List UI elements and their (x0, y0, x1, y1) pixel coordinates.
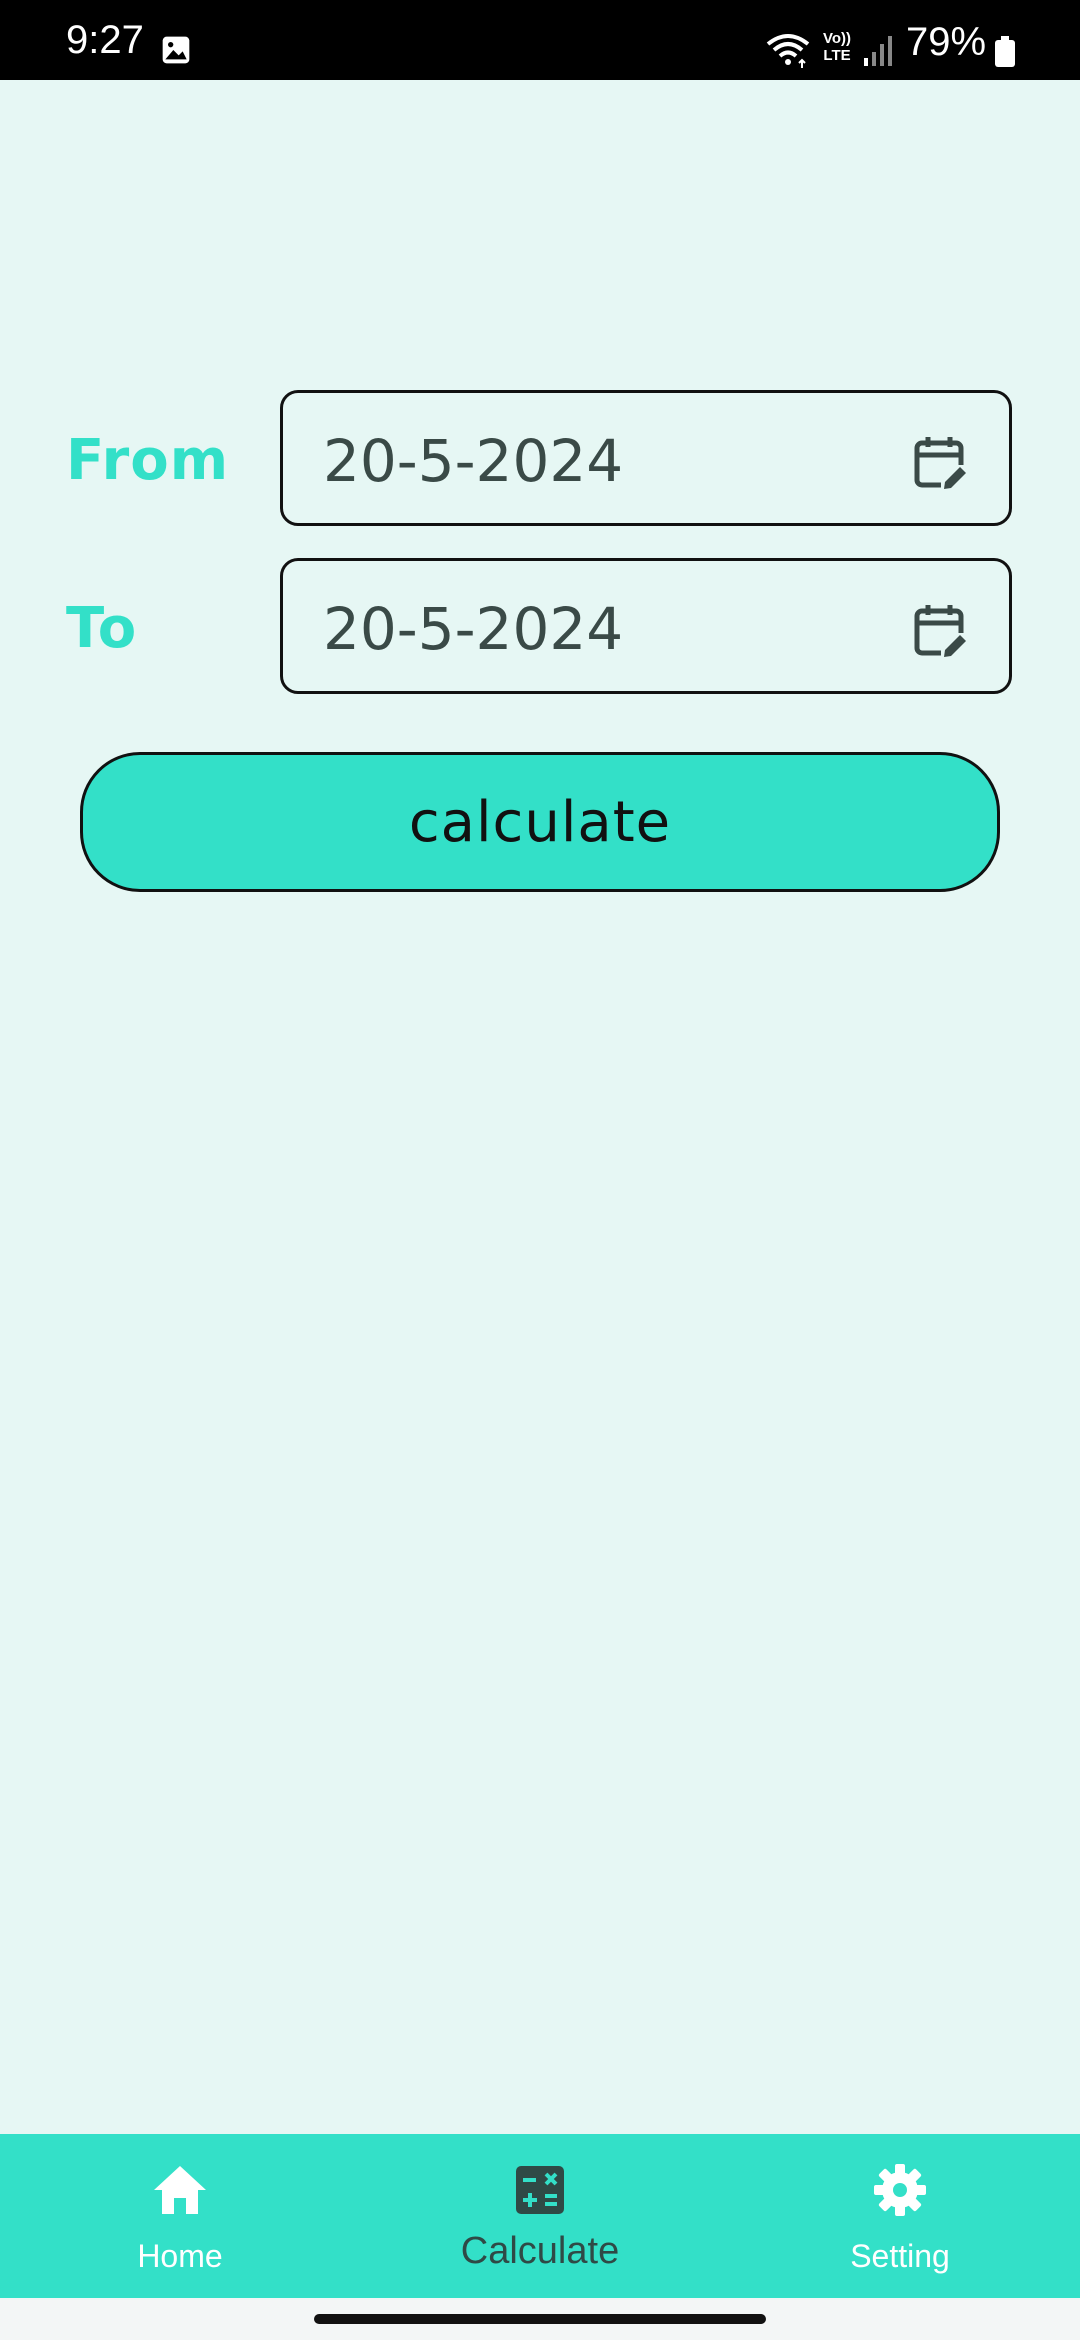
calendar-edit-icon[interactable] (911, 601, 971, 661)
status-bar: 9:27 Vo)) LTE 79% (0, 0, 1080, 80)
calendar-edit-icon[interactable] (911, 433, 971, 493)
from-label: From (66, 428, 230, 493)
signal-icon (864, 36, 892, 66)
to-label: To (66, 596, 138, 661)
wifi-icon (766, 34, 810, 68)
home-gesture-bar[interactable] (314, 2314, 766, 2324)
from-date-field[interactable]: 20-5-2024 (280, 390, 1012, 526)
battery-icon (995, 36, 1015, 67)
from-date-value: 20-5-2024 (323, 427, 624, 495)
battery-percentage: 79% (906, 20, 987, 64)
volte-indicator: Vo)) LTE (820, 30, 854, 70)
gear-icon (874, 2164, 926, 2216)
gesture-area (0, 2298, 1080, 2340)
nav-item-setting[interactable]: Setting (800, 2134, 1000, 2298)
bottom-nav: Home Calculate Setting (0, 2134, 1080, 2298)
volte-text: Vo)) (822, 30, 852, 47)
nav-label-home: Home (137, 2238, 223, 2274)
calculate-button[interactable]: calculate (80, 752, 1000, 892)
gallery-icon (162, 36, 190, 64)
nav-label-setting: Setting (850, 2238, 950, 2274)
calculator-icon (516, 2166, 564, 2214)
to-date-field[interactable]: 20-5-2024 (280, 558, 1012, 694)
status-time: 9:27 (66, 18, 144, 62)
to-date-value: 20-5-2024 (323, 595, 624, 663)
home-icon (154, 2166, 206, 2214)
nav-item-calculate[interactable]: Calculate (440, 2134, 640, 2298)
nav-item-home[interactable]: Home (80, 2134, 280, 2298)
lte-text: LTE (823, 47, 851, 64)
nav-label-calculate: Calculate (460, 2230, 620, 2272)
